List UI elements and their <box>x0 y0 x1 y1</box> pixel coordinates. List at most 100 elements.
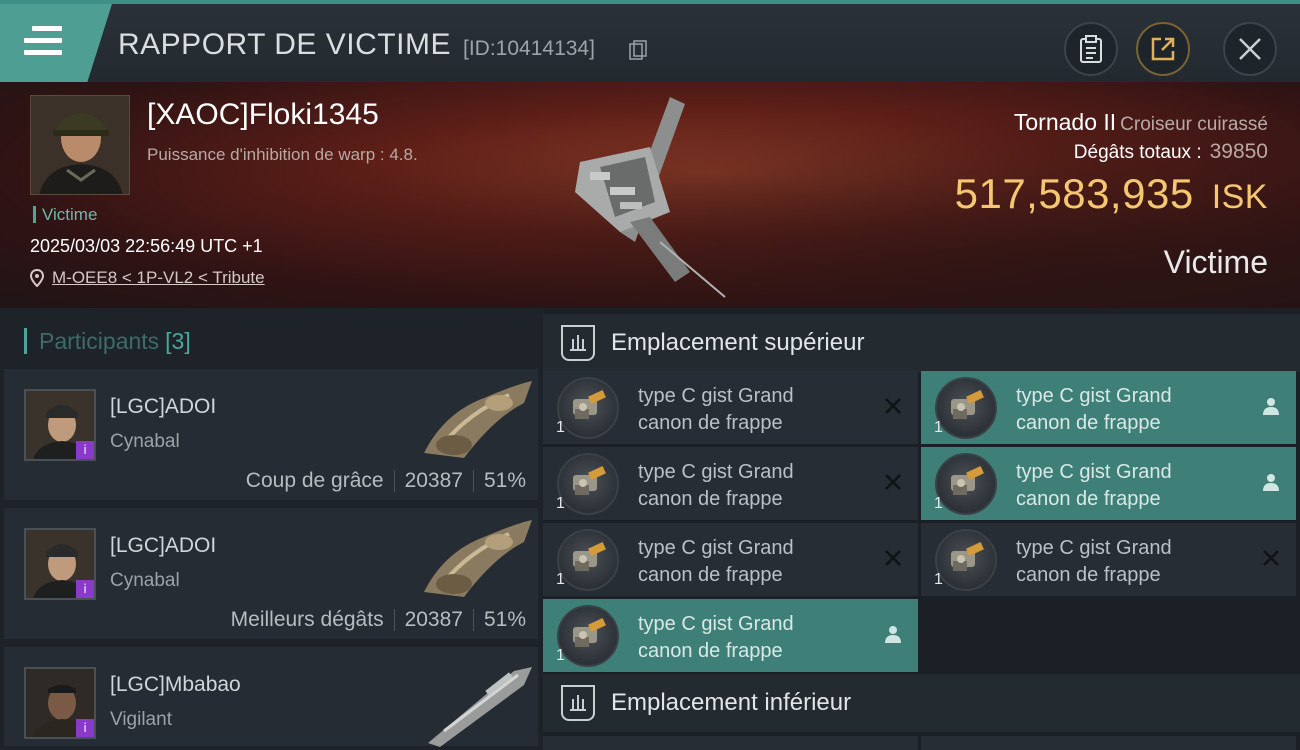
participants-count: [3] <box>165 328 191 354</box>
fitting-panel: Emplacement supérieur 1 type C gist Gran… <box>543 308 1300 750</box>
stat-damage: 20387 <box>404 469 463 492</box>
stat-percent: 51% <box>483 469 526 492</box>
stat-percent: 51% <box>483 608 526 631</box>
module-quantity: 1 <box>556 419 565 436</box>
participant-name[interactable]: [LGC]Mbabao <box>110 673 241 697</box>
destroyed-x-icon <box>1260 547 1282 569</box>
info-badge-icon: i <box>76 580 94 598</box>
window-header: RAPPORT DE VICTIME [ID:10414134] <box>0 0 1300 82</box>
share-button[interactable] <box>1136 22 1190 76</box>
report-id: [ID:10414134] <box>463 37 595 60</box>
location-link[interactable]: M-OEE8 < 1P-VL2 < Tribute <box>52 268 265 288</box>
page-title: RAPPORT DE VICTIME <box>118 28 451 61</box>
module-name: type C gist Grand canon de frappe <box>638 461 794 510</box>
module-item[interactable]: 1 type C gist Grand canon de frappe <box>921 371 1296 444</box>
avatar[interactable]: i <box>24 667 96 739</box>
share-icon <box>1151 37 1175 61</box>
participants-label: Participants <box>39 328 160 354</box>
isk-unit: ISK <box>1211 178 1268 216</box>
module-name: type C gist Grand canon de frappe <box>638 613 794 662</box>
module-item[interactable]: 1 type C gist Grand canon de frappe <box>543 523 918 596</box>
close-icon <box>1239 38 1261 60</box>
cannon-module-icon <box>557 529 619 591</box>
participants-panel: Participants [3] i [LGC]ADOI Cynabal Coup… <box>0 308 540 750</box>
total-damage: Dégâts totaux : 39850 <box>1074 140 1268 164</box>
module-item[interactable]: 1 type C gist Grand canon de frappe <box>543 447 918 520</box>
participant-row[interactable]: i [LGC]ADOI Cynabal Meilleurs dégâts 203… <box>4 508 538 643</box>
module-quantity: 1 <box>556 571 565 588</box>
dropped-person-icon <box>1260 471 1282 493</box>
stat-label: Meilleurs dégâts <box>230 608 384 631</box>
module-quantity: 1 <box>934 495 943 512</box>
participant-ship: Vigilant <box>110 709 172 730</box>
damage-label: Dégâts totaux : <box>1073 142 1202 163</box>
menu-icon <box>24 26 62 56</box>
high-slot-icon <box>561 325 595 361</box>
menu-button[interactable] <box>0 4 112 82</box>
participants-header: Participants [3] <box>24 328 191 354</box>
damage-value: 39850 <box>1209 140 1268 163</box>
cannon-module-icon <box>935 529 997 591</box>
low-slot-icon <box>561 685 595 721</box>
clipboard-icon <box>1080 35 1102 63</box>
destroyed-x-icon <box>882 471 904 493</box>
participant-name[interactable]: [LGC]ADOI <box>110 534 216 558</box>
dropped-person-icon <box>1260 395 1282 417</box>
stat-label: Coup de grâce <box>245 469 384 492</box>
participant-ship-image <box>428 667 532 747</box>
isk-value: 517,583,935 ISK <box>955 170 1268 218</box>
cannon-module-icon <box>935 377 997 439</box>
victim-portrait[interactable] <box>30 95 130 195</box>
cannon-module-icon <box>557 453 619 515</box>
kill-datetime: 2025/03/03 22:56:49 UTC +1 <box>30 236 263 256</box>
location-pin-icon <box>30 269 44 287</box>
cannon-module-icon <box>557 605 619 667</box>
participant-row[interactable]: i [LGC]Mbabao Vigilant <box>4 647 538 750</box>
module-name: type C gist Grand canon de frappe <box>1016 537 1172 586</box>
dropped-person-icon <box>882 623 904 645</box>
module-item[interactable]: 1 type C gist Grand canon de frappe <box>543 599 918 672</box>
victim-banner: [XAOC]Floki1345 Puissance d'inhibition d… <box>0 82 1300 308</box>
isk-amount: 517,583,935 <box>954 170 1194 217</box>
victim-role-tag: Victime <box>33 206 97 223</box>
destroyed-x-icon <box>882 395 904 417</box>
participant-stats: Coup de grâce 20387 51% <box>246 469 526 493</box>
ship-info: Tornado II Croiseur cuirassé <box>1014 109 1268 136</box>
participant-ship-image <box>424 381 532 458</box>
participant-name[interactable]: [LGC]ADOI <box>110 395 216 419</box>
close-button[interactable] <box>1223 22 1277 76</box>
clipboard-button[interactable] <box>1064 22 1118 76</box>
module-name: type C gist Grand canon de frappe <box>638 537 794 586</box>
lower-slot-header: Emplacement inférieur <box>543 674 1300 732</box>
avatar[interactable]: i <box>24 389 96 461</box>
lower-slot-title: Emplacement inférieur <box>611 689 852 716</box>
verdict-label: Victime <box>1163 244 1268 280</box>
module-quantity: 1 <box>556 647 565 664</box>
upper-slot-header: Emplacement supérieur <box>543 314 1300 372</box>
participant-row[interactable]: i [LGC]ADOI Cynabal Coup de grâce 20387 … <box>4 369 538 504</box>
info-badge-icon: i <box>76 719 94 737</box>
module-item[interactable]: 1 type C gist Grand canon de frappe <box>543 371 918 444</box>
upper-slot-title: Emplacement supérieur <box>611 329 865 356</box>
victim-ship-image <box>575 97 726 298</box>
stat-damage: 20387 <box>404 608 463 631</box>
ship-name[interactable]: Tornado II <box>1014 109 1116 135</box>
avatar[interactable]: i <box>24 528 96 600</box>
module-name: type C gist Grand canon de frappe <box>638 385 794 434</box>
participant-ship: Cynabal <box>110 570 180 591</box>
destroyed-x-icon <box>882 547 904 569</box>
copy-icon[interactable] <box>629 40 647 60</box>
info-badge-icon: i <box>76 441 94 459</box>
ship-class: Croiseur cuirassé <box>1120 114 1268 135</box>
module-item[interactable] <box>543 736 918 750</box>
warp-disruption-text: Puissance d'inhibition de warp : 4.8. <box>147 145 418 164</box>
participant-stats: Meilleurs dégâts 20387 51% <box>231 608 526 632</box>
module-item[interactable]: 1 type C gist Grand canon de frappe <box>921 523 1296 596</box>
victim-name[interactable]: [XAOC]Floki1345 <box>147 98 379 132</box>
module-name: type C gist Grand canon de frappe <box>1016 385 1172 434</box>
kill-location[interactable]: M-OEE8 < 1P-VL2 < Tribute <box>30 268 265 288</box>
module-item[interactable]: 1 type C gist Grand canon de frappe <box>921 447 1296 520</box>
cannon-module-icon <box>935 453 997 515</box>
module-quantity: 1 <box>556 495 565 512</box>
module-item[interactable] <box>921 736 1296 750</box>
